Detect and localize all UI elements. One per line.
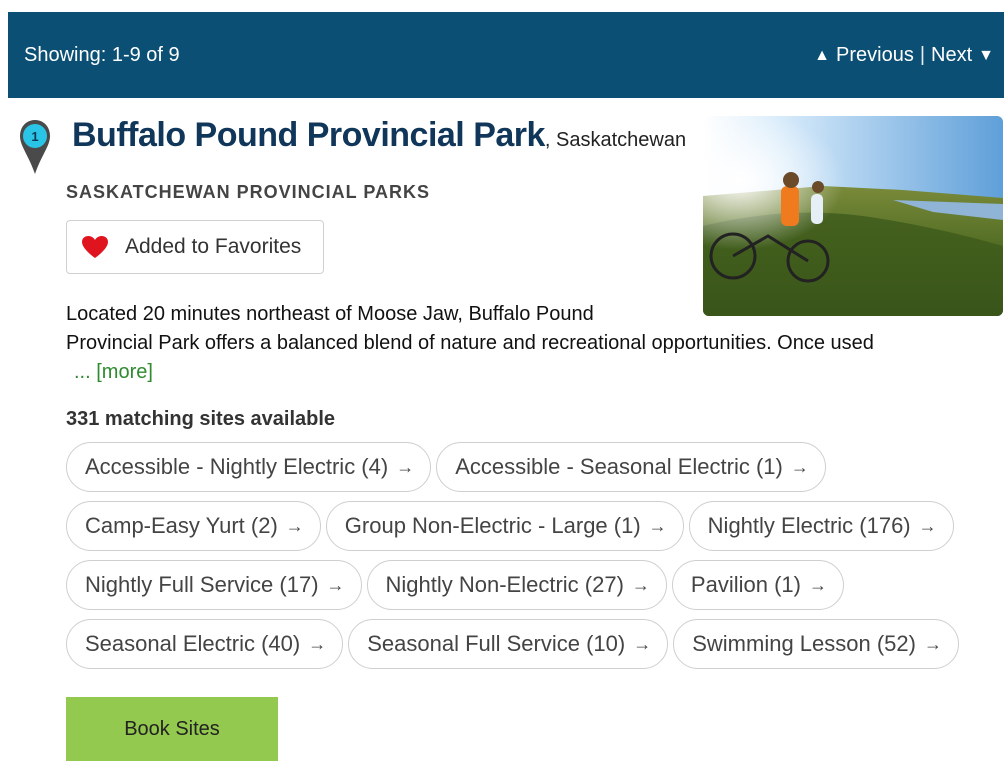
chip-row: Accessible - Nightly Electric (4) → Acces… bbox=[66, 442, 1000, 492]
map-pin-icon: 1 bbox=[20, 120, 50, 174]
results-header-bar: Showing: 1-9 of 9 ▲ Previous | Next ▼ bbox=[8, 12, 1004, 98]
chip-row: Nightly Full Service (17) → Nightly Non-E… bbox=[66, 560, 1000, 610]
agency-name: SASKATCHEWAN PROVINCIAL PARKS bbox=[66, 182, 431, 202]
heart-icon bbox=[82, 236, 108, 258]
site-type-chip[interactable]: Nightly Full Service (17) → bbox=[66, 560, 362, 610]
chip-label: Seasonal Electric (40) bbox=[85, 631, 301, 656]
park-title: Buffalo Pound Provincial Park, Saskatche… bbox=[72, 116, 686, 155]
park-region: , Saskatchewan bbox=[544, 129, 687, 151]
chip-label: Camp-Easy Yurt (2) bbox=[85, 513, 278, 538]
arrow-right-icon: → bbox=[923, 633, 942, 654]
book-sites-button[interactable]: Book Sites bbox=[66, 697, 278, 761]
chip-label: Nightly Electric (176) bbox=[707, 513, 911, 538]
park-photo[interactable] bbox=[703, 116, 1003, 316]
chip-label: Nightly Non-Electric (27) bbox=[385, 572, 624, 597]
site-type-chip[interactable]: Camp-Easy Yurt (2) → bbox=[66, 501, 321, 551]
cyclists-photo-image bbox=[703, 116, 1003, 316]
chip-label: Accessible - Seasonal Electric (1) bbox=[455, 454, 783, 479]
previous-link[interactable]: ▲ Previous bbox=[814, 44, 914, 67]
site-type-chips: Accessible - Nightly Electric (4) → Acces… bbox=[66, 442, 1000, 678]
arrow-right-icon: → bbox=[631, 574, 650, 595]
chip-row: Seasonal Electric (40) → Seasonal Full Se… bbox=[66, 619, 1000, 669]
site-type-chip[interactable]: Accessible - Seasonal Electric (1) → bbox=[436, 442, 826, 492]
site-type-chip[interactable]: Accessible - Nightly Electric (4) → bbox=[66, 442, 432, 492]
chip-label: Accessible - Nightly Electric (4) bbox=[85, 454, 389, 479]
pin-number: 1 bbox=[31, 129, 38, 144]
park-name-link[interactable]: Buffalo Pound Provincial Park bbox=[72, 116, 545, 154]
pager-separator: | bbox=[919, 44, 926, 66]
description-line-1: Located 20 minutes northeast of Moose Ja… bbox=[66, 303, 594, 325]
site-type-chip[interactable]: Swimming Lesson (52) → bbox=[673, 619, 959, 669]
site-type-chip[interactable]: Seasonal Full Service (10) → bbox=[348, 619, 669, 669]
site-type-chip[interactable]: Nightly Non-Electric (27) → bbox=[366, 560, 667, 610]
favorites-label: Added to Favorites bbox=[125, 235, 302, 258]
site-type-chip[interactable]: Pavilion (1) → bbox=[671, 560, 844, 610]
arrow-right-icon: → bbox=[285, 515, 304, 536]
chip-row: Camp-Easy Yurt (2) → Group Non-Electric -… bbox=[66, 501, 1000, 551]
park-description: Located 20 minutes northeast of Moose Ja… bbox=[66, 300, 986, 387]
matching-sites-count: 331 matching sites available bbox=[66, 408, 336, 430]
description-line-2: Provincial Park offers a balanced blend … bbox=[66, 332, 874, 354]
triangle-up-icon: ▲ bbox=[814, 46, 831, 64]
next-label: Next bbox=[931, 44, 973, 66]
chip-label: Nightly Full Service (17) bbox=[85, 572, 319, 597]
site-type-chip[interactable]: Group Non-Electric - Large (1) → bbox=[325, 501, 684, 551]
arrow-right-icon: → bbox=[326, 574, 345, 595]
arrow-right-icon: → bbox=[790, 456, 809, 477]
chip-label: Group Non-Electric - Large (1) bbox=[344, 513, 641, 538]
chip-label: Seasonal Full Service (10) bbox=[367, 631, 626, 656]
arrow-right-icon: → bbox=[308, 633, 327, 654]
arrow-right-icon: → bbox=[648, 515, 667, 536]
arrow-right-icon: → bbox=[808, 574, 827, 595]
chip-label: Swimming Lesson (52) bbox=[692, 631, 916, 656]
more-row: ... [more] bbox=[66, 358, 986, 387]
triangle-down-icon: ▼ bbox=[978, 46, 994, 64]
next-link[interactable]: Next ▼ bbox=[931, 44, 994, 67]
results-count: Showing: 1-9 of 9 bbox=[24, 44, 180, 66]
arrow-right-icon: → bbox=[633, 633, 652, 654]
previous-label: Previous bbox=[836, 44, 914, 66]
chip-label: Pavilion (1) bbox=[690, 572, 801, 597]
ellipsis: ... bbox=[74, 361, 91, 383]
more-link[interactable]: [more] bbox=[96, 361, 153, 383]
site-type-chip[interactable]: Seasonal Electric (40) → bbox=[66, 619, 344, 669]
favorites-button[interactable]: Added to Favorites bbox=[66, 220, 324, 274]
arrow-right-icon: → bbox=[396, 456, 415, 477]
pagination: ▲ Previous | Next ▼ bbox=[814, 44, 994, 67]
site-type-chip[interactable]: Nightly Electric (176) → bbox=[688, 501, 954, 551]
arrow-right-icon: → bbox=[918, 515, 937, 536]
